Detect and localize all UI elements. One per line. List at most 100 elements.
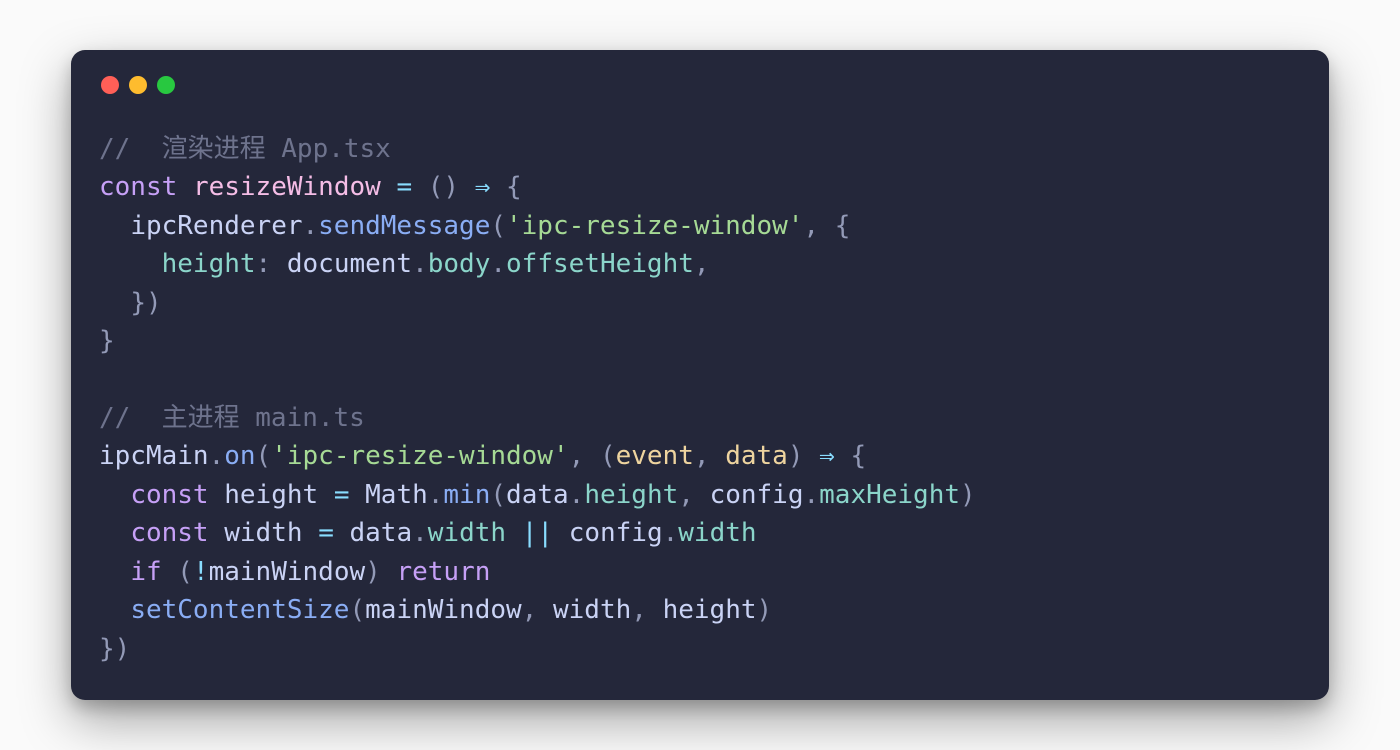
code-token: } [99,326,115,356]
maximize-icon[interactable] [157,76,175,94]
code-token: document [287,249,412,279]
code-token: { [850,441,866,471]
code-token: data [725,441,788,471]
code-token: ) [788,441,804,471]
code-token [99,288,130,318]
code-token: width [428,518,506,548]
code-token: data [506,480,569,510]
code-token: : [256,249,272,279]
code-token: }) [130,288,161,318]
code-token: ipcMain [99,441,209,471]
code-token [209,518,225,548]
code-token [209,480,225,510]
code-token: config [710,480,804,510]
code-token: , [631,595,647,625]
code-token [99,480,130,510]
code-token [584,441,600,471]
code-token: . [803,480,819,510]
code-token: if [130,557,161,587]
code-token [162,557,178,587]
code-token: . [412,518,428,548]
code-token: { [506,172,522,202]
code-token: mainWindow [209,557,366,587]
code-token: height [224,480,318,510]
code-token: ( [349,595,365,625]
code-token [537,595,553,625]
code-token [459,172,475,202]
code-token: ⇒ [819,441,835,471]
code-token: 'ipc-resize-window' [506,211,803,241]
code-token: height [162,249,256,279]
code-token [318,480,334,510]
code-token [803,441,819,471]
code-window: // 渲染进程 App.tsx const resizeWindow = () … [71,50,1329,701]
code-token: resizeWindow [193,172,381,202]
code-token: setContentSize [130,595,349,625]
code-token: event [616,441,694,471]
code-token: , [694,249,710,279]
code-token: height [663,595,757,625]
code-token: = [318,518,334,548]
code-token [710,441,726,471]
code-token: // 主进程 main.ts [99,403,365,433]
code-token: ( [490,480,506,510]
code-token [99,557,130,587]
code-token: body [428,249,491,279]
code-token: width [224,518,302,548]
code-token: mainWindow [365,595,522,625]
code-token: Math [365,480,428,510]
code-token [99,518,130,548]
code-token: const [130,518,208,548]
code-token: . [490,249,506,279]
code-token [381,172,397,202]
code-token: min [443,480,490,510]
code-token [334,518,350,548]
code-token: , [694,441,710,471]
code-token: 'ipc-resize-window' [271,441,568,471]
code-token: width [678,518,756,548]
code-token: config [569,518,663,548]
close-icon[interactable] [101,76,119,94]
code-token: }) [99,634,130,664]
code-token: sendMessage [318,211,490,241]
code-token [303,518,319,548]
code-token: . [663,518,679,548]
code-token: ! [193,557,209,587]
code-token: height [584,480,678,510]
code-token: const [99,172,177,202]
code-token: . [412,249,428,279]
traffic-lights [101,76,1301,94]
code-token [99,249,162,279]
code-token: . [303,211,319,241]
code-token: { [835,211,851,241]
code-token: . [428,480,444,510]
code-token: ( [256,441,272,471]
code-token: , [569,441,585,471]
code-token: || [522,518,553,548]
code-token [271,249,287,279]
code-token: return [396,557,490,587]
code-token [99,595,130,625]
code-token [694,480,710,510]
code-token [819,211,835,241]
code-token: , [678,480,694,510]
code-token: = [396,172,412,202]
code-token [349,480,365,510]
code-token: . [209,441,225,471]
code-token [647,595,663,625]
minimize-icon[interactable] [129,76,147,94]
code-token: on [224,441,255,471]
code-token: ipcRenderer [130,211,302,241]
code-token [490,172,506,202]
code-block: // 渲染进程 App.tsx const resizeWindow = () … [99,130,1301,669]
code-token: . [569,480,585,510]
code-token: data [350,518,413,548]
code-token: ( [490,211,506,241]
code-token: ( [600,441,616,471]
code-token: = [334,480,350,510]
code-token [553,518,569,548]
code-token: ) [960,480,976,510]
code-token: ( [177,557,193,587]
code-token [99,211,130,241]
code-token: offsetHeight [506,249,694,279]
